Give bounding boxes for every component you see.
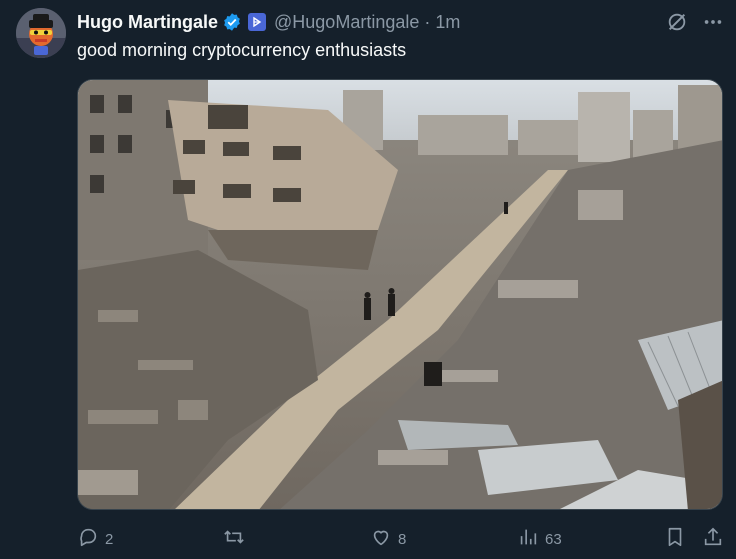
share-button[interactable]	[702, 526, 724, 552]
avatar[interactable]	[16, 8, 66, 58]
views-count: 63	[545, 530, 562, 548]
like-button[interactable]: 8	[370, 526, 406, 552]
tweet[interactable]: Hugo Martingale @HugoMartingale · 1m goo…	[0, 0, 736, 559]
retweet-icon	[222, 526, 246, 552]
retweet-button[interactable]	[222, 526, 252, 552]
display-name[interactable]: Hugo Martingale	[77, 12, 218, 33]
share-icon	[702, 526, 724, 552]
affiliate-badge-icon[interactable]	[248, 13, 267, 31]
handle[interactable]: @HugoMartingale	[274, 12, 419, 33]
like-count: 8	[398, 530, 407, 548]
reply-icon	[77, 526, 99, 552]
tweet-text: good morning cryptocurrency enthusiasts	[77, 40, 407, 60]
bookmark-icon	[664, 526, 686, 552]
reply-count: 2	[105, 530, 114, 548]
tweet-photo[interactable]	[77, 79, 723, 510]
grok-icon[interactable]	[666, 11, 688, 33]
verified-badge-icon[interactable]	[222, 12, 242, 32]
timestamp[interactable]: 1m	[435, 12, 460, 33]
tweet-actions: 2 8 63	[77, 524, 724, 554]
like-icon	[370, 526, 392, 552]
tweet-header: Hugo Martingale @HugoMartingale · 1m	[77, 10, 724, 34]
separator-dot: ·	[424, 11, 431, 32]
reply-button[interactable]: 2	[77, 526, 113, 552]
more-icon[interactable]	[702, 11, 724, 33]
bookmark-button[interactable]	[664, 526, 686, 552]
views-icon	[517, 526, 539, 552]
views-button[interactable]: 63	[517, 526, 562, 552]
